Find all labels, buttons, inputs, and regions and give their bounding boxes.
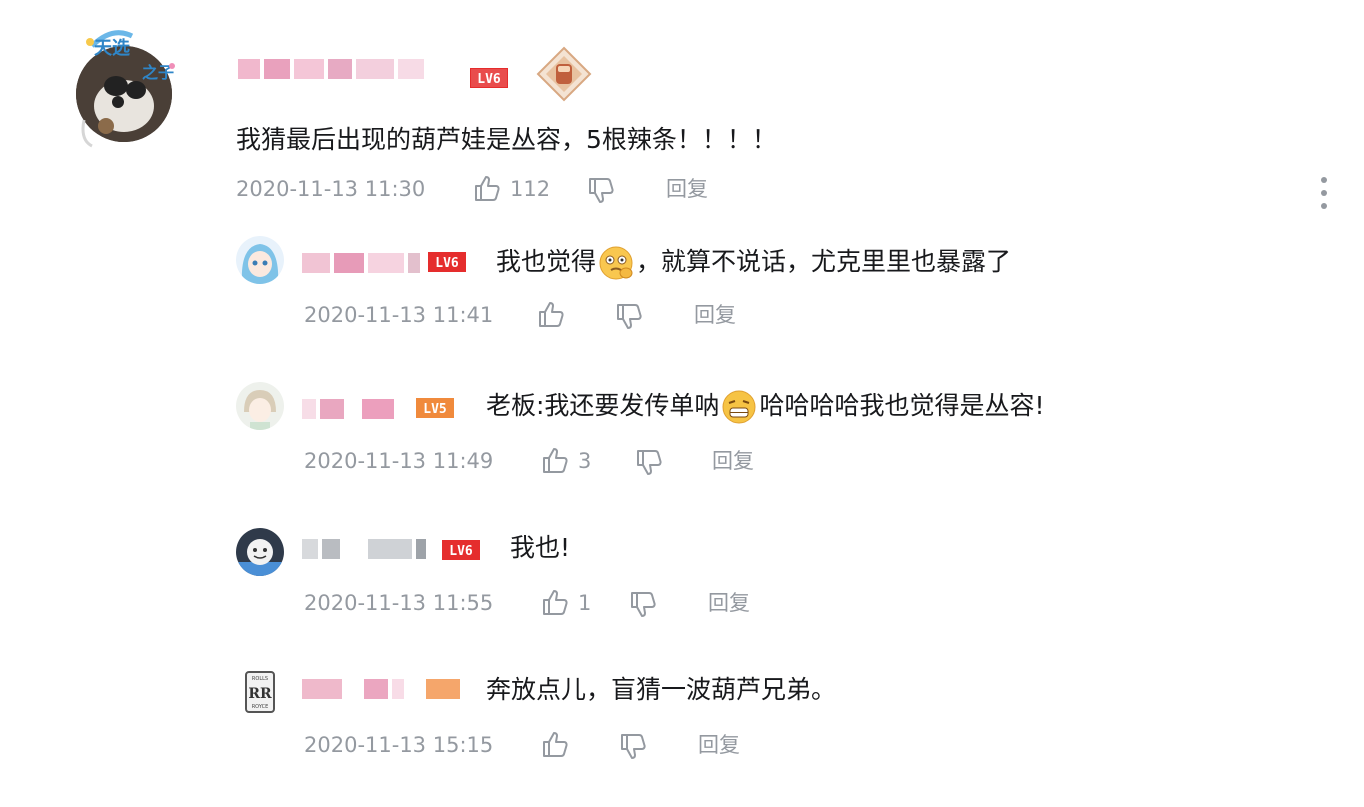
- reply-button[interactable]: 回复: [694, 300, 736, 330]
- like-count: 112: [510, 177, 551, 201]
- level-badge-lv6: LV6: [442, 540, 480, 560]
- avatar[interactable]: [236, 236, 284, 284]
- thumbs-up-icon[interactable]: [472, 173, 502, 203]
- like-count: 1: [578, 591, 592, 615]
- thumbs-up-icon[interactable]: [536, 299, 566, 329]
- thumbs-down-icon[interactable]: [634, 448, 664, 478]
- thumbs-down-icon[interactable]: [628, 590, 658, 620]
- comment-text: 我猜最后出现的葫芦娃是丛容，5根辣条！！！！: [236, 125, 777, 154]
- username-blurred[interactable]: [302, 538, 430, 560]
- svg-text:LV6: LV6: [435, 256, 459, 271]
- username-blurred[interactable]: [302, 678, 464, 700]
- more-options-icon[interactable]: [1316, 176, 1332, 210]
- avatar[interactable]: [236, 382, 284, 430]
- username-blurred[interactable]: [238, 58, 428, 80]
- reply-text: 老板:我还要发传单呐 哈哈哈哈我也觉得是丛容!: [486, 388, 1044, 425]
- svg-text:LV6: LV6: [477, 72, 501, 87]
- svg-text:ROYCE: ROYCE: [252, 704, 269, 710]
- svg-text:LV5: LV5: [423, 402, 446, 417]
- reply-button[interactable]: 回复: [708, 588, 750, 618]
- reply-button[interactable]: 回复: [712, 446, 754, 476]
- comment-time: 2020-11-13 11:30: [236, 177, 426, 201]
- username-blurred[interactable]: [302, 252, 424, 274]
- reply-time: 2020-11-13 11:49: [304, 449, 494, 473]
- grinning-face-emoji: [721, 389, 757, 425]
- avatar-pendant: 天选 之子: [72, 20, 202, 150]
- thumbs-up-icon[interactable]: [540, 587, 570, 617]
- svg-text:天选: 天选: [94, 38, 130, 59]
- reply-time: 2020-11-13 15:15: [304, 733, 494, 757]
- svg-text:LV6: LV6: [449, 544, 473, 559]
- svg-text:ROLLS: ROLLS: [252, 676, 268, 682]
- level-badge-lv6: LV6: [470, 68, 508, 88]
- reply-button[interactable]: 回复: [666, 174, 708, 204]
- username-blurred[interactable]: [302, 398, 398, 420]
- reply-button[interactable]: 回复: [698, 730, 740, 760]
- level-badge-lv6: LV6: [428, 252, 466, 272]
- thumbs-up-icon[interactable]: [540, 445, 570, 475]
- svg-text:RR: RR: [248, 686, 272, 702]
- reply-text: 我也!: [510, 533, 571, 562]
- level-badge-lv5: LV5: [416, 398, 454, 418]
- thumbs-up-icon[interactable]: [540, 729, 570, 759]
- reply-text: 我也觉得 ，就算不说话，尤克里里也暴露了: [496, 244, 1011, 281]
- thumbs-down-icon[interactable]: [586, 176, 616, 206]
- medal-fist-icon[interactable]: [536, 46, 592, 102]
- thumbs-down-icon[interactable]: [618, 732, 648, 762]
- thinking-face-emoji: [598, 245, 634, 281]
- thumbs-down-icon[interactable]: [614, 302, 644, 332]
- avatar[interactable]: ROLLS RR ROYCE: [236, 668, 284, 716]
- reply-time: 2020-11-13 11:55: [304, 591, 494, 615]
- like-count: 3: [578, 449, 592, 473]
- reply-time: 2020-11-13 11:41: [304, 303, 494, 327]
- reply-text: 奔放点儿，盲猜一波葫芦兄弟。: [486, 675, 837, 704]
- avatar[interactable]: [236, 528, 284, 576]
